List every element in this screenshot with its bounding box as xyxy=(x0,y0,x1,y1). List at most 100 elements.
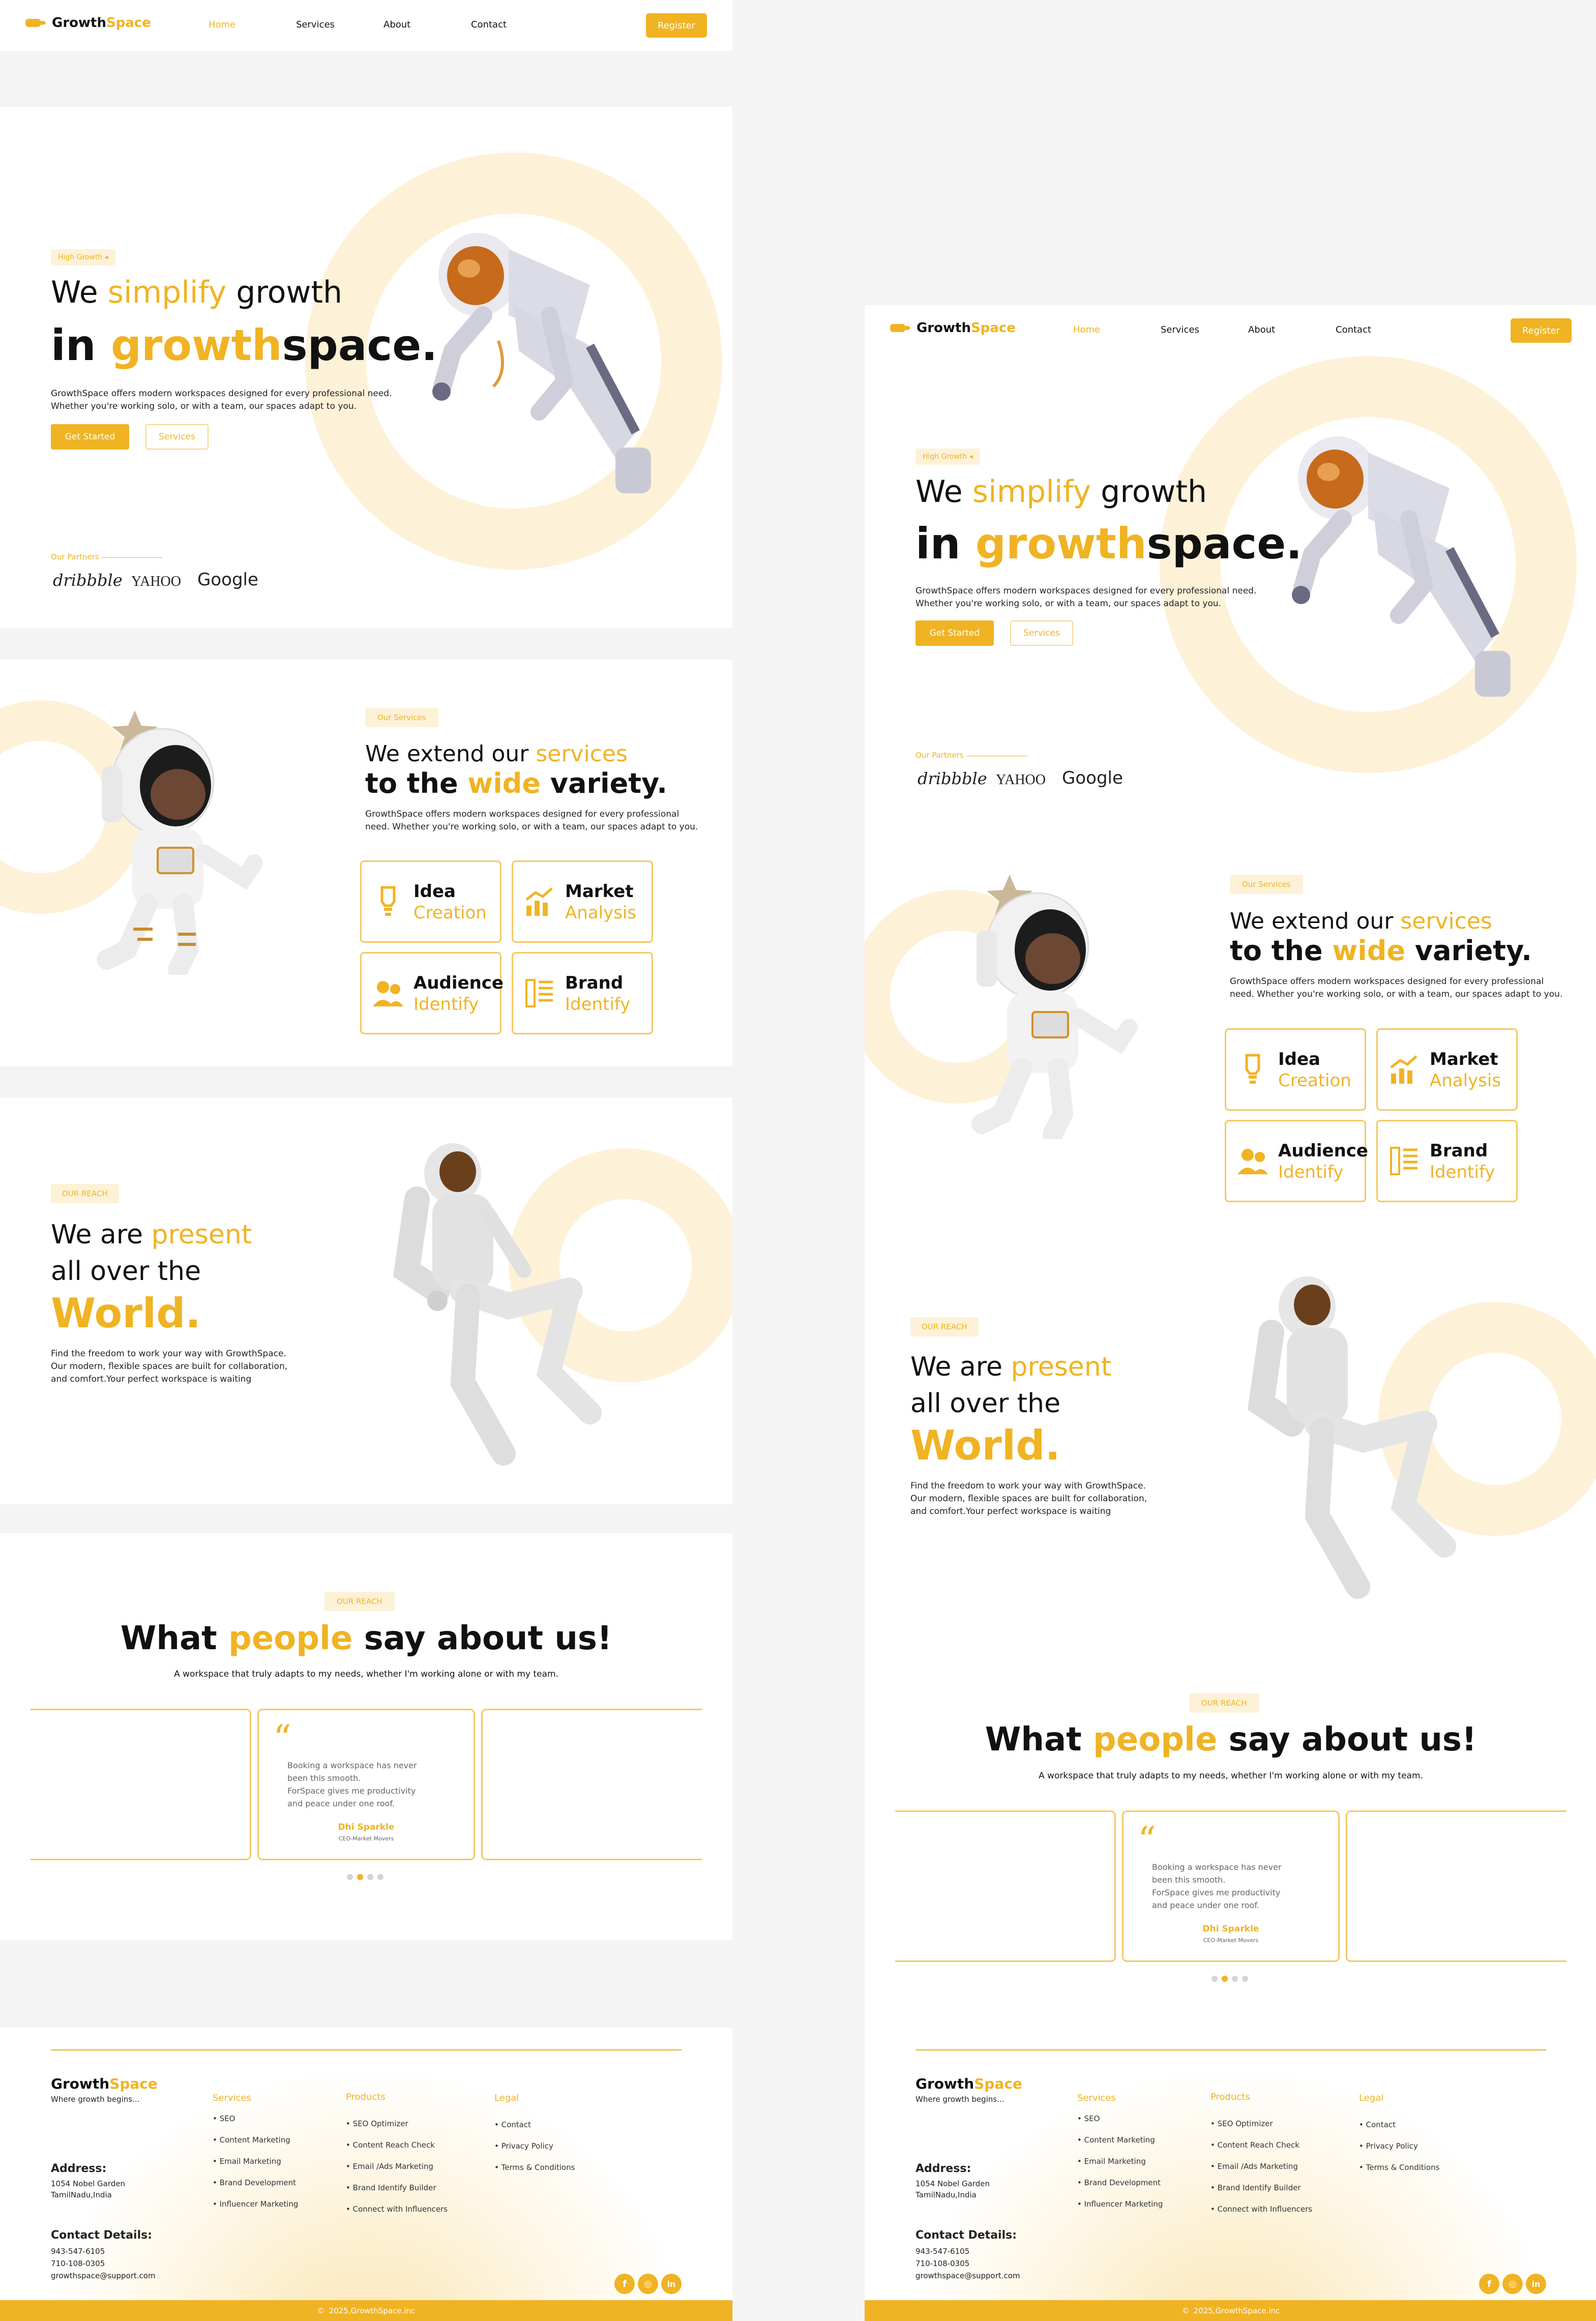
footer-link[interactable]: • SEO Optimizer xyxy=(1210,2119,1273,2128)
service-card-audience-identify[interactable]: Audience Identify xyxy=(1225,1120,1368,1202)
brand-logo[interactable]: GrowthSpace xyxy=(890,320,1016,336)
footer-link[interactable]: • SEO xyxy=(1077,2114,1100,2123)
testimonial-quote: Booking a workspace has never been this s… xyxy=(287,1759,417,1810)
footer-link[interactable]: • Email Marketing xyxy=(1077,2157,1146,2166)
card-subtitle: Creation xyxy=(1278,1070,1351,1091)
carousel-dot[interactable] xyxy=(367,1874,373,1880)
footer-link[interactable]: • Influencer Marketing xyxy=(1077,2199,1163,2209)
reach-description: Find the freedom to work your way with G… xyxy=(51,1348,287,1386)
get-started-button[interactable]: Get Started xyxy=(51,424,129,450)
testimonial-card-next[interactable] xyxy=(481,1709,702,1860)
line: GrowthSpace offers modern workspaces des… xyxy=(365,809,679,819)
nav-services[interactable]: Services xyxy=(1161,324,1248,335)
testimonial-card-next[interactable] xyxy=(1346,1810,1567,1962)
linkedin-icon[interactable]: in xyxy=(661,2274,682,2294)
footer-link[interactable]: • Privacy Policy xyxy=(1359,2141,1418,2151)
testimonials-section: OUR REACH What people say about us! A wo… xyxy=(865,1658,1596,2044)
footer-link[interactable]: • Privacy Policy xyxy=(494,2141,553,2151)
footer-link[interactable]: • Brand Development xyxy=(1077,2178,1161,2187)
nav-home[interactable]: Home xyxy=(209,19,296,30)
page-desktop-right: GrowthSpace Home Services About Contact … xyxy=(865,305,1596,2321)
lightbulb-icon xyxy=(1245,1054,1260,1084)
nav-contact[interactable]: Contact xyxy=(1336,324,1423,335)
linkedin-icon[interactable]: in xyxy=(1526,2274,1546,2294)
testimonials-subtitle: A workspace that truly adapts to my need… xyxy=(1039,1771,1423,1781)
instagram-icon[interactable]: ◎ xyxy=(1502,2274,1523,2294)
footer-link[interactable]: • Brand Identify Builder xyxy=(1210,2183,1301,2192)
carousel-dot[interactable] xyxy=(1211,1976,1218,1982)
facebook-icon[interactable]: f xyxy=(614,2274,635,2294)
footer-link[interactable]: • Connect with Influencers xyxy=(346,2205,448,2214)
footer-link[interactable]: • Email /Ads Marketing xyxy=(1210,2162,1298,2171)
footer-link[interactable]: • Influencer Marketing xyxy=(213,2199,298,2209)
footer-link[interactable]: • Email /Ads Marketing xyxy=(346,2162,433,2171)
footer-link[interactable]: • Email Marketing xyxy=(213,2157,281,2166)
testimonials-title: What people say about us! xyxy=(0,1620,732,1657)
footer-link[interactable]: • Content Marketing xyxy=(213,2135,290,2145)
services-button[interactable]: Services xyxy=(145,424,209,450)
footer-link[interactable]: • Terms & Conditions xyxy=(1359,2163,1439,2172)
card-title: Brand xyxy=(565,973,624,993)
footer-link[interactable]: • Contact xyxy=(1359,2120,1396,2129)
footer-link[interactable]: • Connect with Influencers xyxy=(1210,2205,1312,2214)
service-card-audience-identify[interactable]: Audience Identify xyxy=(360,952,504,1034)
service-card-idea-creation[interactable]: Idea Creation xyxy=(1225,1028,1366,1111)
line: 943-547-6105 xyxy=(915,2247,970,2256)
nav-about[interactable]: About xyxy=(383,19,471,30)
footer-link[interactable]: • Brand Identify Builder xyxy=(346,2183,436,2192)
carousel-dot[interactable] xyxy=(1232,1976,1238,1982)
partners-label: Our Partners xyxy=(51,552,99,561)
footer-link[interactable]: • Contact xyxy=(494,2120,531,2129)
brand-logo[interactable]: GrowthSpace xyxy=(25,15,151,31)
get-started-button[interactable]: Get Started xyxy=(915,620,994,646)
service-card-brand-identify[interactable]: Brand Identify xyxy=(512,952,653,1034)
carousel-dot[interactable] xyxy=(377,1874,383,1880)
hero-description: GrowthSpace offers modern workspaces des… xyxy=(915,585,1256,610)
t: High Growth xyxy=(923,453,967,461)
testimonial-card-prev[interactable] xyxy=(31,1709,251,1860)
nav-home[interactable]: Home xyxy=(1073,324,1161,335)
t: Content Reach Check xyxy=(352,2140,435,2150)
testimonial-card-active[interactable]: “ Booking a workspace has never been this… xyxy=(257,1709,475,1860)
reach-title-line3: World. xyxy=(51,1290,201,1337)
service-card-market-analysis[interactable]: Market Analysis xyxy=(512,860,653,943)
copyright-icon: © xyxy=(1181,2306,1190,2315)
email-link[interactable]: growthspace@support.com xyxy=(51,2270,156,2282)
service-card-brand-identify[interactable]: Brand Identify xyxy=(1376,1120,1518,1202)
card-title: Market xyxy=(1430,1049,1498,1069)
facebook-icon[interactable]: f xyxy=(1479,2274,1499,2294)
line: and peace under one roof. xyxy=(287,1799,395,1808)
carousel-dot-active[interactable] xyxy=(1222,1976,1228,1982)
footer-link[interactable]: • Content Reach Check xyxy=(1210,2140,1299,2150)
register-button[interactable]: Register xyxy=(1511,318,1572,343)
footer-link[interactable]: • Brand Development xyxy=(213,2178,296,2187)
footer-link[interactable]: • SEO xyxy=(213,2114,235,2123)
services-description: GrowthSpace offers modern workspaces des… xyxy=(1230,975,1562,1001)
testimonial-card-active[interactable]: “ Booking a workspace has never been this… xyxy=(1122,1810,1340,1962)
service-card-market-analysis[interactable]: Market Analysis xyxy=(1376,1028,1518,1111)
line: Find the freedom to work your way with G… xyxy=(51,1349,286,1359)
card-title: Idea xyxy=(1278,1049,1320,1069)
carousel-dot-active[interactable] xyxy=(357,1874,363,1880)
register-button[interactable]: Register xyxy=(646,13,707,38)
footer-products-heading: Products xyxy=(346,2092,386,2102)
t: What xyxy=(120,1620,229,1657)
nav-contact[interactable]: Contact xyxy=(471,19,558,30)
services-button[interactable]: Services xyxy=(1010,620,1073,646)
carousel-dot[interactable] xyxy=(1242,1976,1248,1982)
footer-link[interactable]: • SEO Optimizer xyxy=(346,2119,408,2128)
carousel-dot[interactable] xyxy=(347,1874,353,1880)
nav-about[interactable]: About xyxy=(1248,324,1336,335)
email-link[interactable]: growthspace@support.com xyxy=(915,2270,1020,2282)
testimonial-card-prev[interactable] xyxy=(895,1810,1116,1962)
nav-services[interactable]: Services xyxy=(296,19,383,30)
service-card-idea-creation[interactable]: Idea Creation xyxy=(360,860,501,943)
footer-link[interactable]: • Content Marketing xyxy=(1077,2135,1155,2145)
instagram-icon[interactable]: ◎ xyxy=(638,2274,658,2294)
card-title: Idea xyxy=(413,881,456,902)
footer-link[interactable]: • Terms & Conditions xyxy=(494,2163,575,2172)
t-accent: growth xyxy=(975,519,1147,569)
services-title-line1: We extend our services xyxy=(1230,908,1492,934)
footer-link[interactable]: • Content Reach Check xyxy=(346,2140,435,2150)
t-accent: services xyxy=(536,741,628,767)
